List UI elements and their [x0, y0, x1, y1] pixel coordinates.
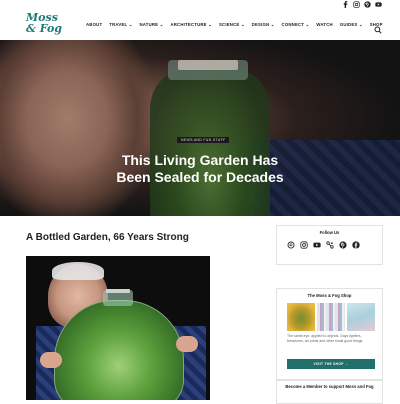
youtube-icon[interactable]	[375, 1, 382, 8]
nav-item-watch[interactable]: WATCH	[316, 22, 332, 28]
nav-item-connect[interactable]: CONNECT ⌄	[282, 22, 310, 28]
nav-item-science[interactable]: SCIENCE ⌄	[219, 22, 245, 28]
search-icon[interactable]	[374, 21, 382, 34]
nav-item-about[interactable]: ABOUT	[86, 22, 102, 28]
shop-image-moss-bowl[interactable]	[287, 303, 315, 331]
article-image-man-hair	[52, 262, 104, 280]
shop-image-prints[interactable]	[317, 303, 345, 331]
hero-title-line-2: Been Sealed for Decades	[116, 169, 284, 185]
article-title: A Bottled Garden, 66 Years Strong	[26, 232, 189, 243]
shop-description: The same eye, applied to objects. Days l…	[287, 334, 364, 343]
hero-category-tag[interactable]: NEWS AND FUN STUFF	[177, 137, 230, 143]
youtube-icon[interactable]	[313, 241, 321, 249]
article-image	[26, 256, 210, 400]
follow-us-title: Follow Us	[319, 230, 340, 235]
article-image-left-hand	[40, 352, 62, 368]
main-nav: ABOUT TRAVEL ⌄ NATURE ⌄ ARCHITECTURE ⌄ S…	[86, 22, 383, 28]
shop-images	[287, 303, 375, 331]
link-icon[interactable]	[326, 241, 334, 249]
site-header: Moss & Fog ABOUT TRAVEL ⌄ NATURE ⌄ ARCHI…	[0, 10, 400, 40]
instagram-icon[interactable]	[300, 241, 308, 249]
follow-us-widget: Follow Us	[276, 225, 383, 265]
membership-widget: Become a Member to support Moss and Fog	[276, 380, 383, 404]
shop-title: The Moss & Fog Shop	[307, 293, 352, 298]
shop-widget: The Moss & Fog Shop The same eye, applie…	[276, 288, 383, 380]
top-bar	[0, 0, 400, 10]
pinterest-icon[interactable]	[364, 1, 371, 8]
article-image-bottle	[54, 300, 184, 400]
hero-title-line-1: This Living Garden Has	[121, 152, 279, 168]
nav-item-architecture[interactable]: ARCHITECTURE ⌄	[170, 22, 212, 28]
facebook-icon[interactable]	[342, 1, 349, 9]
hero-overlay	[0, 40, 400, 216]
site-logo[interactable]: Moss & Fog	[26, 12, 62, 34]
logo-line-2: & Fog	[26, 22, 62, 35]
hero-title[interactable]: This Living Garden Has Been Sealed for D…	[100, 152, 300, 186]
social-links-top	[342, 1, 382, 9]
follow-icons	[287, 241, 360, 249]
visit-shop-button[interactable]: VISIT THE SHOP →	[287, 359, 375, 369]
membership-title: Become a Member to support Moss and Fog	[285, 384, 374, 389]
nav-item-travel[interactable]: TRAVEL ⌄	[109, 22, 132, 28]
article-image-right-hand	[176, 336, 198, 352]
nav-item-nature[interactable]: NATURE ⌄	[139, 22, 163, 28]
nav-item-guides[interactable]: GUIDES ⌄	[340, 22, 363, 28]
hero-banner[interactable]: NEWS AND FUN STUFF This Living Garden Ha…	[0, 40, 400, 216]
article-image-bottle-cap	[106, 289, 130, 293]
nav-item-design[interactable]: DESIGN ⌄	[252, 22, 275, 28]
shop-image-lighter[interactable]	[347, 303, 375, 331]
pinterest-icon[interactable]	[339, 241, 347, 249]
instagram-icon[interactable]	[353, 1, 360, 8]
facebook-icon[interactable]	[352, 241, 360, 249]
threads-icon[interactable]	[287, 241, 295, 249]
